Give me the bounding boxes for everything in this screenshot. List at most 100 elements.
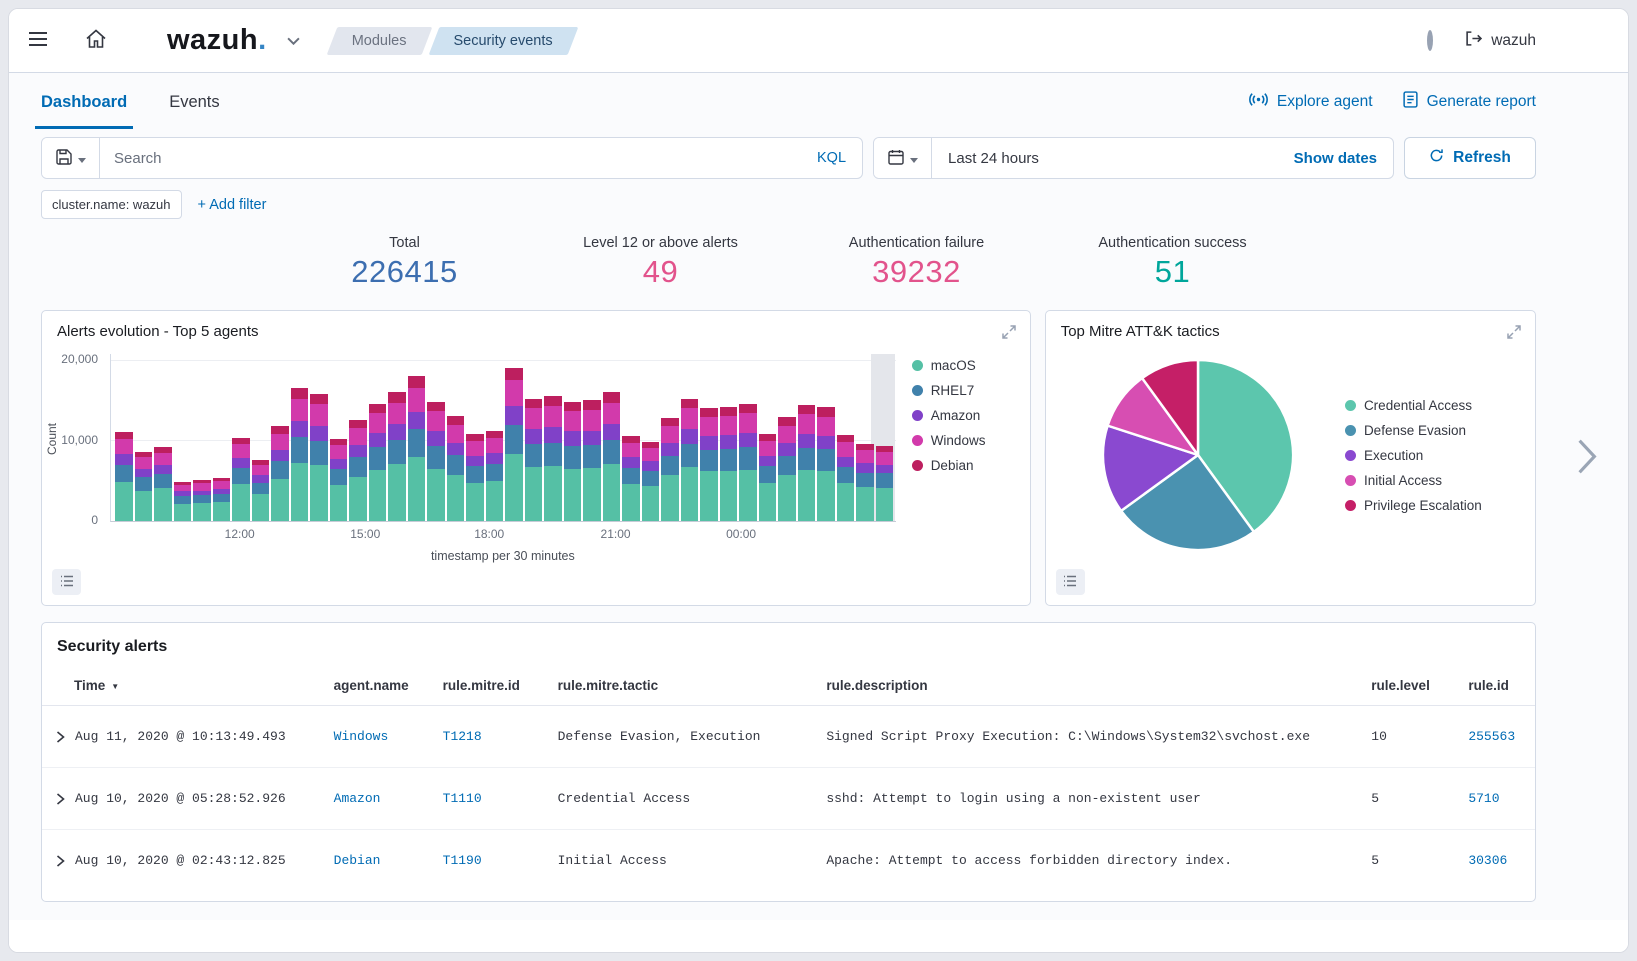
bar[interactable] [466, 434, 484, 521]
bar-segment[interactable] [408, 429, 426, 457]
bar-segment[interactable] [408, 376, 426, 388]
bar-segment[interactable] [505, 368, 523, 380]
bar-segment[interactable] [466, 466, 484, 482]
bar-segment[interactable] [310, 465, 328, 521]
bar[interactable] [642, 442, 660, 521]
bar-segment[interactable] [291, 388, 309, 399]
bar-segment[interactable] [408, 457, 426, 521]
bar[interactable] [661, 418, 679, 521]
bar[interactable] [271, 426, 289, 521]
bar-segment[interactable] [525, 467, 543, 521]
bar-segment[interactable] [135, 491, 153, 521]
bar-segment[interactable] [135, 469, 153, 477]
bar-segment[interactable] [798, 405, 816, 414]
bar-segment[interactable] [369, 433, 387, 447]
legend-item[interactable]: Defense Evasion [1345, 423, 1482, 438]
bar[interactable] [856, 444, 874, 521]
bar-segment[interactable] [720, 449, 738, 471]
bar-segment[interactable] [739, 413, 757, 433]
bar-segment[interactable] [388, 392, 406, 402]
bar-segment[interactable] [583, 410, 601, 431]
bar[interactable] [330, 439, 348, 521]
bar-segment[interactable] [720, 416, 738, 436]
bar-segment[interactable] [876, 488, 894, 521]
bar-segment[interactable] [837, 467, 855, 483]
bar-segment[interactable] [525, 444, 543, 467]
bar-segment[interactable] [232, 458, 250, 468]
bar-segment[interactable] [349, 477, 367, 521]
bar-segment[interactable] [856, 473, 874, 488]
bar-segment[interactable] [310, 441, 328, 465]
bar-segment[interactable] [564, 402, 582, 411]
bar-segment[interactable] [642, 461, 660, 471]
bar-segment[interactable] [661, 418, 679, 426]
agent-name-link[interactable]: Windows [334, 729, 389, 744]
bar-segment[interactable] [564, 431, 582, 445]
bar[interactable] [408, 376, 426, 521]
bar[interactable] [700, 408, 718, 521]
bar-segment[interactable] [310, 394, 328, 404]
show-dates-button[interactable]: Show dates [1278, 150, 1393, 167]
panel-inspect-button[interactable] [52, 569, 81, 595]
bar[interactable] [291, 388, 309, 521]
bar[interactable] [817, 407, 835, 521]
bar-segment[interactable] [154, 488, 172, 521]
bar-segment[interactable] [486, 431, 504, 438]
bar-segment[interactable] [174, 485, 192, 492]
bar-segment[interactable] [193, 495, 211, 503]
stat-value[interactable]: 51 [1073, 254, 1273, 290]
bar-segment[interactable] [622, 436, 640, 443]
bar-segment[interactable] [603, 392, 621, 402]
generate-report-button[interactable]: Generate report [1403, 91, 1536, 113]
bar-segment[interactable] [856, 450, 874, 463]
panel-inspect-button[interactable] [1056, 569, 1085, 595]
legend-item[interactable]: Execution [1345, 448, 1482, 463]
bar-segment[interactable] [486, 481, 504, 521]
bar-segment[interactable] [291, 399, 309, 421]
bar[interactable] [115, 432, 133, 521]
bar-segment[interactable] [817, 436, 835, 450]
bar-segment[interactable] [369, 413, 387, 433]
bar-segment[interactable] [271, 426, 289, 434]
bar-segment[interactable] [661, 475, 679, 521]
next-panels-button[interactable] [1576, 438, 1598, 479]
bar-segment[interactable] [466, 434, 484, 441]
bar[interactable] [759, 434, 777, 521]
bar-segment[interactable] [271, 450, 289, 461]
bar-segment[interactable] [349, 420, 367, 428]
bar-segment[interactable] [505, 454, 523, 521]
bar-segment[interactable] [876, 452, 894, 465]
agent-name-link[interactable]: Amazon [334, 791, 381, 806]
query-language-button[interactable]: KQL [801, 150, 862, 166]
bar[interactable] [252, 460, 270, 521]
bar-segment[interactable] [661, 456, 679, 476]
bar-segment[interactable] [564, 469, 582, 521]
bar-segment[interactable] [603, 440, 621, 464]
bar-segment[interactable] [876, 473, 894, 487]
menu-button[interactable] [9, 9, 67, 73]
bar-segment[interactable] [739, 447, 757, 469]
bar-segment[interactable] [154, 474, 172, 488]
bar-segment[interactable] [447, 455, 465, 475]
legend-item[interactable]: RHEL7 [912, 383, 1018, 398]
bar-segment[interactable] [778, 475, 796, 521]
stat-value[interactable]: 226415 [305, 254, 505, 290]
bar[interactable] [154, 447, 172, 521]
bar-segment[interactable] [466, 441, 484, 456]
bar[interactable] [583, 400, 601, 521]
bar-segment[interactable] [700, 436, 718, 450]
bar[interactable] [720, 407, 738, 521]
column-header[interactable]: Time▼ [42, 666, 326, 706]
bar-segment[interactable] [330, 459, 348, 469]
bar-segment[interactable] [661, 426, 679, 444]
bar-segment[interactable] [856, 463, 874, 472]
bar-segment[interactable] [700, 471, 718, 521]
bar[interactable] [388, 392, 406, 521]
bar-segment[interactable] [447, 416, 465, 424]
date-quick-select-button[interactable] [874, 138, 932, 178]
bar-segment[interactable] [369, 404, 387, 413]
explore-agent-button[interactable]: Explore agent [1249, 91, 1373, 113]
bar-segment[interactable] [739, 470, 757, 521]
bar[interactable] [876, 446, 894, 521]
bar[interactable] [837, 435, 855, 521]
